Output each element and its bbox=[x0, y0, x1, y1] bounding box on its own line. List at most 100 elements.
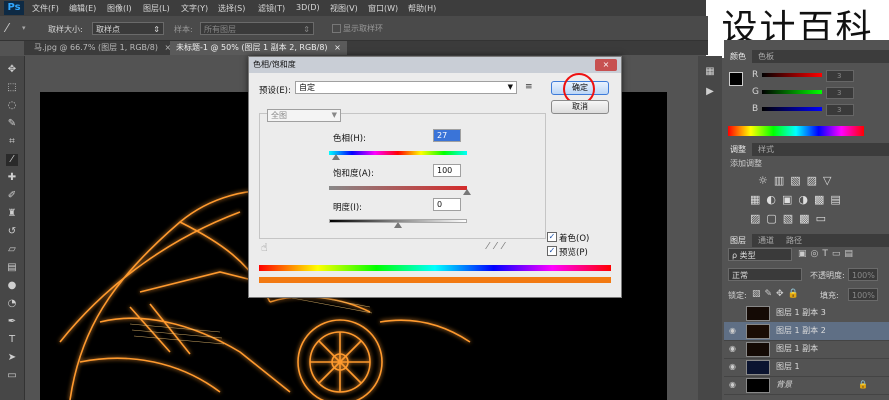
hue-slider-knob[interactable] bbox=[331, 154, 340, 160]
tab-adjustments[interactable]: 调整 bbox=[724, 143, 752, 156]
history-panel-icon[interactable]: ▦ bbox=[704, 66, 716, 78]
foreground-color-swatch[interactable] bbox=[729, 72, 743, 86]
lasso-tool-icon[interactable]: ◌ bbox=[6, 100, 18, 112]
cancel-button[interactable]: 取消 bbox=[551, 100, 609, 114]
saturation-slider-knob[interactable] bbox=[463, 189, 471, 195]
brush-tool-icon[interactable]: ✐ bbox=[6, 190, 18, 202]
color-spectrum-bar[interactable] bbox=[728, 126, 864, 136]
show-ring-checkbox[interactable] bbox=[332, 24, 341, 33]
tab-styles[interactable]: 样式 bbox=[752, 143, 780, 156]
menu-view[interactable]: 视图(V) bbox=[330, 3, 358, 14]
preset-select[interactable]: 自定 ▼ bbox=[295, 81, 517, 94]
menu-filter[interactable]: 滤镜(T) bbox=[258, 3, 285, 14]
healing-tool-icon[interactable]: ✚ bbox=[6, 172, 18, 184]
tab-layers[interactable]: 图层 bbox=[724, 234, 752, 247]
shape-tool-icon[interactable]: ▭ bbox=[6, 370, 18, 382]
visibility-toggle-empty[interactable] bbox=[729, 304, 732, 322]
hue-field[interactable]: 27 bbox=[433, 129, 461, 142]
channel-r-slider[interactable] bbox=[762, 73, 822, 77]
adjustment-icons-row-1[interactable]: ☼▥▧▨▽ bbox=[758, 174, 838, 187]
fill-field[interactable]: 100% bbox=[848, 288, 878, 301]
preset-options-icon[interactable]: ≡ bbox=[525, 82, 533, 92]
menu-type[interactable]: 文字(Y) bbox=[181, 3, 208, 14]
blend-mode-select[interactable]: 正常 bbox=[728, 268, 802, 281]
sample-size-select[interactable]: 取样点 ⇕ bbox=[92, 22, 164, 35]
history-brush-icon[interactable]: ↺ bbox=[6, 226, 18, 238]
path-select-tool-icon[interactable]: ➤ bbox=[6, 352, 18, 364]
close-button[interactable]: × bbox=[595, 59, 617, 71]
menu-edit[interactable]: 编辑(E) bbox=[69, 3, 96, 14]
menu-image[interactable]: 图像(I) bbox=[107, 3, 132, 14]
layer-row-selected[interactable]: ◉ 图层 1 副本 2 bbox=[724, 322, 889, 341]
blur-tool-icon[interactable]: ● bbox=[6, 280, 18, 292]
adjustments-panel-tabs: 调整 样式 bbox=[724, 143, 889, 156]
layer-filter-icons[interactable]: ▣◎T▭▤ bbox=[798, 249, 857, 259]
layer-row[interactable]: ◉ 图层 1 副本 bbox=[724, 340, 889, 359]
menu-help[interactable]: 帮助(H) bbox=[408, 3, 436, 14]
adjustment-icons-row-2[interactable]: ▦◐▣◑▩▤ bbox=[750, 193, 847, 206]
layer-filter-value: ρ 类型 bbox=[732, 251, 756, 260]
hue-slider-track[interactable] bbox=[329, 151, 467, 155]
eye-icon[interactable]: ◉ bbox=[729, 340, 736, 358]
tab-label: 未标题-1 @ 50% (图层 1 副本 2, RGB/8) bbox=[176, 43, 328, 52]
preview-checkbox[interactable]: ✓ bbox=[547, 246, 557, 256]
eye-icon[interactable]: ◉ bbox=[729, 322, 736, 340]
saturation-field[interactable]: 100 bbox=[433, 164, 461, 177]
layers-panel-tabs: 图层 通道 路径 bbox=[724, 234, 889, 247]
channel-b-field[interactable]: 3 bbox=[826, 104, 854, 116]
channel-g-field[interactable]: 3 bbox=[826, 87, 854, 99]
lock-label: 锁定: bbox=[728, 291, 747, 300]
actions-panel-icon[interactable]: ▶ bbox=[704, 86, 716, 98]
dodge-tool-icon[interactable]: ◔ bbox=[6, 298, 18, 310]
quick-select-tool-icon[interactable]: ✎ bbox=[6, 118, 18, 130]
crop-tool-icon[interactable]: ⌗ bbox=[6, 136, 18, 148]
gradient-tool-icon[interactable]: ▤ bbox=[6, 262, 18, 274]
eyedropper-icons[interactable]: ⁄⁄⁄ bbox=[487, 241, 510, 252]
adjustment-icons-row-3[interactable]: ▨▢▧▩▭ bbox=[750, 212, 832, 225]
dialog-title-bar[interactable]: 色相/饱和度 bbox=[249, 57, 621, 73]
layer-name: 图层 1 副本 3 bbox=[776, 308, 826, 317]
stamp-tool-icon[interactable]: ♜ bbox=[6, 208, 18, 220]
lightness-slider-knob[interactable] bbox=[394, 222, 402, 228]
move-tool-icon[interactable]: ✥ bbox=[6, 64, 18, 76]
saturation-value: 100 bbox=[437, 166, 453, 175]
menu-3d[interactable]: 3D(D) bbox=[296, 3, 320, 12]
tab-color[interactable]: 颜色 bbox=[724, 50, 752, 63]
menu-file[interactable]: 文件(F) bbox=[32, 3, 59, 14]
tab-channels[interactable]: 通道 bbox=[752, 234, 780, 247]
eyedropper-tool-icon[interactable]: ⁄ bbox=[6, 154, 18, 166]
type-tool-icon[interactable]: T bbox=[6, 334, 18, 346]
tab-paths[interactable]: 路径 bbox=[780, 234, 808, 247]
saturation-slider-track[interactable] bbox=[329, 186, 467, 190]
eyedropper-icon[interactable]: ⁄ bbox=[6, 21, 8, 35]
tab-swatches[interactable]: 色板 bbox=[752, 50, 780, 63]
hand-adjust-icon[interactable]: ☝ bbox=[261, 241, 268, 254]
layer-row[interactable]: ◉ 图层 1 bbox=[724, 358, 889, 377]
layer-filter-select[interactable]: ρ 类型 bbox=[728, 248, 792, 261]
eye-icon[interactable]: ◉ bbox=[729, 376, 736, 394]
layer-row[interactable]: ◉ 背景 🔒 bbox=[724, 376, 889, 395]
opacity-field[interactable]: 100% bbox=[848, 268, 878, 281]
menu-layer[interactable]: 图层(L) bbox=[143, 3, 170, 14]
close-icon[interactable]: × bbox=[334, 43, 341, 52]
eye-icon[interactable]: ◉ bbox=[729, 358, 736, 376]
tab-untitled-1[interactable]: 未标题-1 @ 50% (图层 1 副本 2, RGB/8) × bbox=[170, 41, 347, 55]
channel-g-slider[interactable] bbox=[762, 90, 822, 94]
marquee-tool-icon[interactable]: ⬚ bbox=[6, 82, 18, 94]
menu-select[interactable]: 选择(S) bbox=[218, 3, 245, 14]
channel-b-slider[interactable] bbox=[762, 107, 822, 111]
eraser-tool-icon[interactable]: ▱ bbox=[6, 244, 18, 256]
pen-tool-icon[interactable]: ✒ bbox=[6, 316, 18, 328]
lightness-field[interactable]: 0 bbox=[433, 198, 461, 211]
menu-window[interactable]: 窗口(W) bbox=[368, 3, 398, 14]
tab-horse-jpg[interactable]: 马.jpg @ 66.7% (图层 1, RGB/8) × bbox=[28, 41, 177, 55]
channel-r-value: 3 bbox=[837, 72, 842, 80]
channel-r-field[interactable]: 3 bbox=[826, 70, 854, 82]
tool-preset-arrow-icon[interactable]: ▾ bbox=[22, 24, 26, 32]
channel-select[interactable]: 全图 ▼ bbox=[267, 109, 341, 122]
layer-name: 图层 1 bbox=[776, 362, 800, 371]
sample-select[interactable]: 所有图层 ⇕ bbox=[200, 22, 314, 35]
colorize-checkbox[interactable]: ✓ bbox=[547, 232, 557, 242]
lock-icons[interactable]: ▧✎✥🔒 bbox=[752, 289, 803, 299]
layer-row[interactable]: 图层 1 副本 3 bbox=[724, 304, 889, 323]
